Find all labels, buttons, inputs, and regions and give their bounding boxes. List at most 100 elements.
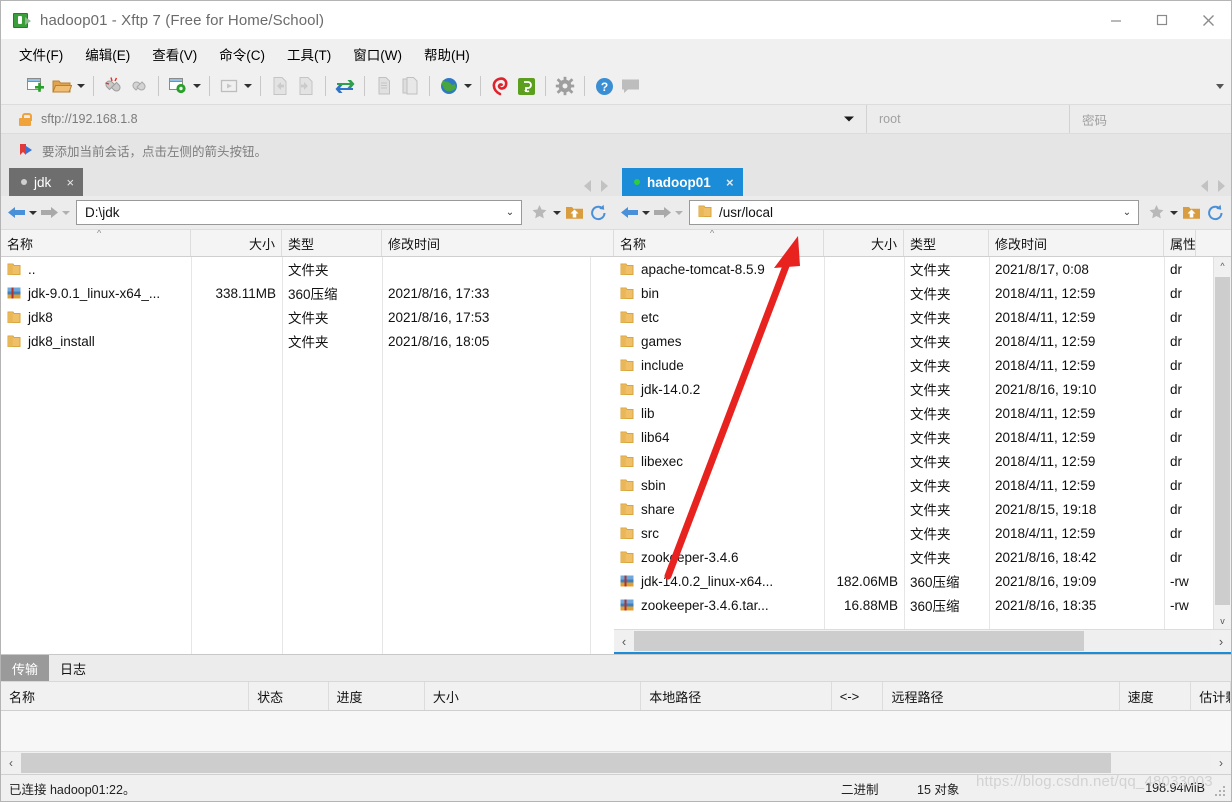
star-icon[interactable] [1144, 200, 1168, 226]
favorites-dropdown-icon[interactable] [551, 201, 562, 225]
username-field[interactable]: root [867, 105, 1070, 133]
back-dropdown-icon[interactable] [640, 201, 651, 225]
local-file-list[interactable]: .. 文件夹 jdk-9.0.1_linux-x64_... 338.11MB [1, 257, 614, 654]
back-dropdown-icon[interactable] [27, 201, 38, 225]
favorites-dropdown-icon[interactable] [1168, 201, 1179, 225]
menu-view[interactable]: 查看(V) [152, 44, 197, 64]
remote-file-list[interactable]: apache-tomcat-8.5.9 文件夹 2021/8/17, 0:08 dr b… [614, 257, 1231, 629]
xshell-icon[interactable] [487, 73, 513, 99]
back-arrow-icon[interactable] [5, 201, 27, 225]
scroll-left-icon[interactable]: ‹ [614, 634, 634, 649]
scrollbar-thumb[interactable] [634, 631, 1084, 651]
tab-jdk[interactable]: jdk × [9, 168, 84, 196]
chevron-down-icon[interactable]: ⌄ [1120, 207, 1134, 218]
new-session-icon[interactable] [23, 73, 49, 99]
scrollbar-track[interactable] [634, 631, 1211, 651]
session-url-field[interactable]: sftp://192.168.1.8 [1, 105, 867, 133]
tab-close-icon[interactable]: × [717, 175, 743, 190]
table-row[interactable]: lib 文件夹 2018/4/11, 12:59 dr [614, 401, 1231, 425]
menu-help[interactable]: 帮助(H) [424, 44, 470, 64]
table-row[interactable]: sbin 文件夹 2018/4/11, 12:59 dr [614, 473, 1231, 497]
remote-col-type[interactable]: 类型 [904, 230, 989, 256]
transfer-col-remote-path[interactable]: 远程路径 [883, 682, 1120, 710]
transfer-horizontal-scrollbar[interactable]: ‹ › [1, 751, 1231, 774]
transfer-col-speed[interactable]: 速度 [1120, 682, 1192, 710]
reconnect-icon[interactable] [126, 73, 152, 99]
table-row[interactable]: share 文件夹 2021/8/15, 19:18 dr [614, 497, 1231, 521]
sync-browse-icon[interactable] [332, 73, 358, 99]
tab-transfer[interactable]: 传输 [1, 655, 50, 681]
table-row[interactable]: jdk8 文件夹 2021/8/16, 17:53 [1, 305, 614, 329]
table-row[interactable]: jdk8_install 文件夹 2021/8/16, 18:05 [1, 329, 614, 353]
feedback-icon[interactable] [617, 73, 643, 99]
run-script-dropdown[interactable] [242, 73, 254, 99]
menu-window[interactable]: 窗口(W) [353, 44, 402, 64]
menu-command[interactable]: 命令(C) [219, 44, 265, 64]
remote-col-modified[interactable]: 修改时间 [989, 230, 1164, 256]
up-folder-icon[interactable] [562, 200, 586, 226]
table-row[interactable]: lib64 文件夹 2018/4/11, 12:59 dr [614, 425, 1231, 449]
table-row[interactable]: jdk-9.0.1_linux-x64_... 338.11MB 360压缩 2… [1, 281, 614, 305]
local-col-size[interactable]: 大小 [191, 230, 282, 256]
open-folder-dropdown[interactable] [75, 73, 87, 99]
options-gear-icon[interactable] [552, 73, 578, 99]
menu-tools[interactable]: 工具(T) [287, 44, 331, 64]
up-folder-icon[interactable] [1179, 200, 1203, 226]
remote-col-attr[interactable]: 属性 [1164, 230, 1196, 256]
close-button[interactable] [1185, 1, 1231, 39]
transfer-list-body[interactable] [1, 711, 1231, 751]
table-row[interactable]: apache-tomcat-8.5.9 文件夹 2021/8/17, 0:08 dr [614, 257, 1231, 281]
local-col-name[interactable]: 名称 ^ [1, 230, 191, 256]
remote-horizontal-scrollbar[interactable]: ‹ › [614, 629, 1231, 652]
table-row[interactable]: src 文件夹 2018/4/11, 12:59 dr [614, 521, 1231, 545]
transfer-col-progress[interactable]: 进度 [329, 682, 425, 710]
run-script-icon[interactable] [216, 73, 242, 99]
tab-log[interactable]: 日志 [49, 655, 97, 681]
password-field[interactable]: 密码 [1070, 105, 1231, 133]
scrollbar-thumb[interactable] [21, 753, 1111, 773]
resize-grip-icon[interactable] [1215, 786, 1227, 798]
scroll-up-icon[interactable]: ^ [1214, 257, 1231, 274]
remote-vertical-scrollbar[interactable]: ^ v [1213, 257, 1231, 629]
scroll-down-icon[interactable]: v [1214, 612, 1231, 629]
table-row[interactable]: etc 文件夹 2018/4/11, 12:59 dr [614, 305, 1231, 329]
local-col-modified[interactable]: 修改时间 [382, 230, 614, 256]
chevron-down-icon[interactable]: ⌄ [503, 207, 517, 218]
back-arrow-icon[interactable] [618, 201, 640, 225]
help-icon[interactable]: ? [591, 73, 617, 99]
table-row[interactable]: games 文件夹 2018/4/11, 12:59 dr [614, 329, 1231, 353]
scroll-right-icon[interactable]: › [1211, 634, 1231, 649]
toolbar-overflow-icon[interactable] [1213, 68, 1227, 104]
table-row[interactable]: jdk-14.0.2_linux-x64... 182.06MB 360压缩 2021… [614, 569, 1231, 593]
transfer-col-name[interactable]: 名称 [1, 682, 250, 710]
globe-browser-dropdown[interactable] [462, 73, 474, 99]
scrollbar-track[interactable] [21, 753, 1211, 773]
tab-close-icon[interactable]: × [57, 175, 83, 190]
transfer-col-direction[interactable]: <-> [832, 682, 884, 710]
menu-file[interactable]: 文件(F) [19, 44, 63, 64]
prev-tab-icon[interactable] [1201, 180, 1208, 192]
local-col-type[interactable]: 类型 [282, 230, 382, 256]
local-path-input[interactable]: D:\jdk ⌄ [76, 200, 522, 225]
table-row[interactable]: bin 文件夹 2018/4/11, 12:59 dr [614, 281, 1231, 305]
transfer-col-eta[interactable]: 估计剩 [1191, 682, 1231, 710]
transfer-col-local-path[interactable]: 本地路径 [641, 682, 832, 710]
table-row[interactable]: jdk-14.0.2 文件夹 2021/8/16, 19:10 dr [614, 377, 1231, 401]
star-icon[interactable] [527, 200, 551, 226]
table-row[interactable]: include 文件夹 2018/4/11, 12:59 dr [614, 353, 1231, 377]
refresh-icon[interactable] [1203, 200, 1227, 226]
refresh-icon[interactable] [586, 200, 610, 226]
session-properties-icon[interactable] [165, 73, 191, 99]
prev-tab-icon[interactable] [584, 180, 591, 192]
remote-col-name[interactable]: 名称 ^ [614, 230, 824, 256]
transfer-col-size[interactable]: 大小 [425, 682, 642, 710]
next-tab-icon[interactable] [601, 180, 608, 192]
minimize-button[interactable] [1093, 1, 1139, 39]
menu-edit[interactable]: 编辑(E) [85, 44, 130, 64]
xftp-icon[interactable] [513, 73, 539, 99]
table-row[interactable]: zookeeper-3.4.6.tar... 16.88MB 360压缩 2021/8… [614, 593, 1231, 617]
open-folder-icon[interactable] [49, 73, 75, 99]
table-row[interactable]: .. 文件夹 [1, 257, 614, 281]
scroll-right-icon[interactable]: › [1211, 756, 1231, 770]
tab-hadoop01[interactable]: hadoop01 × [622, 168, 743, 196]
